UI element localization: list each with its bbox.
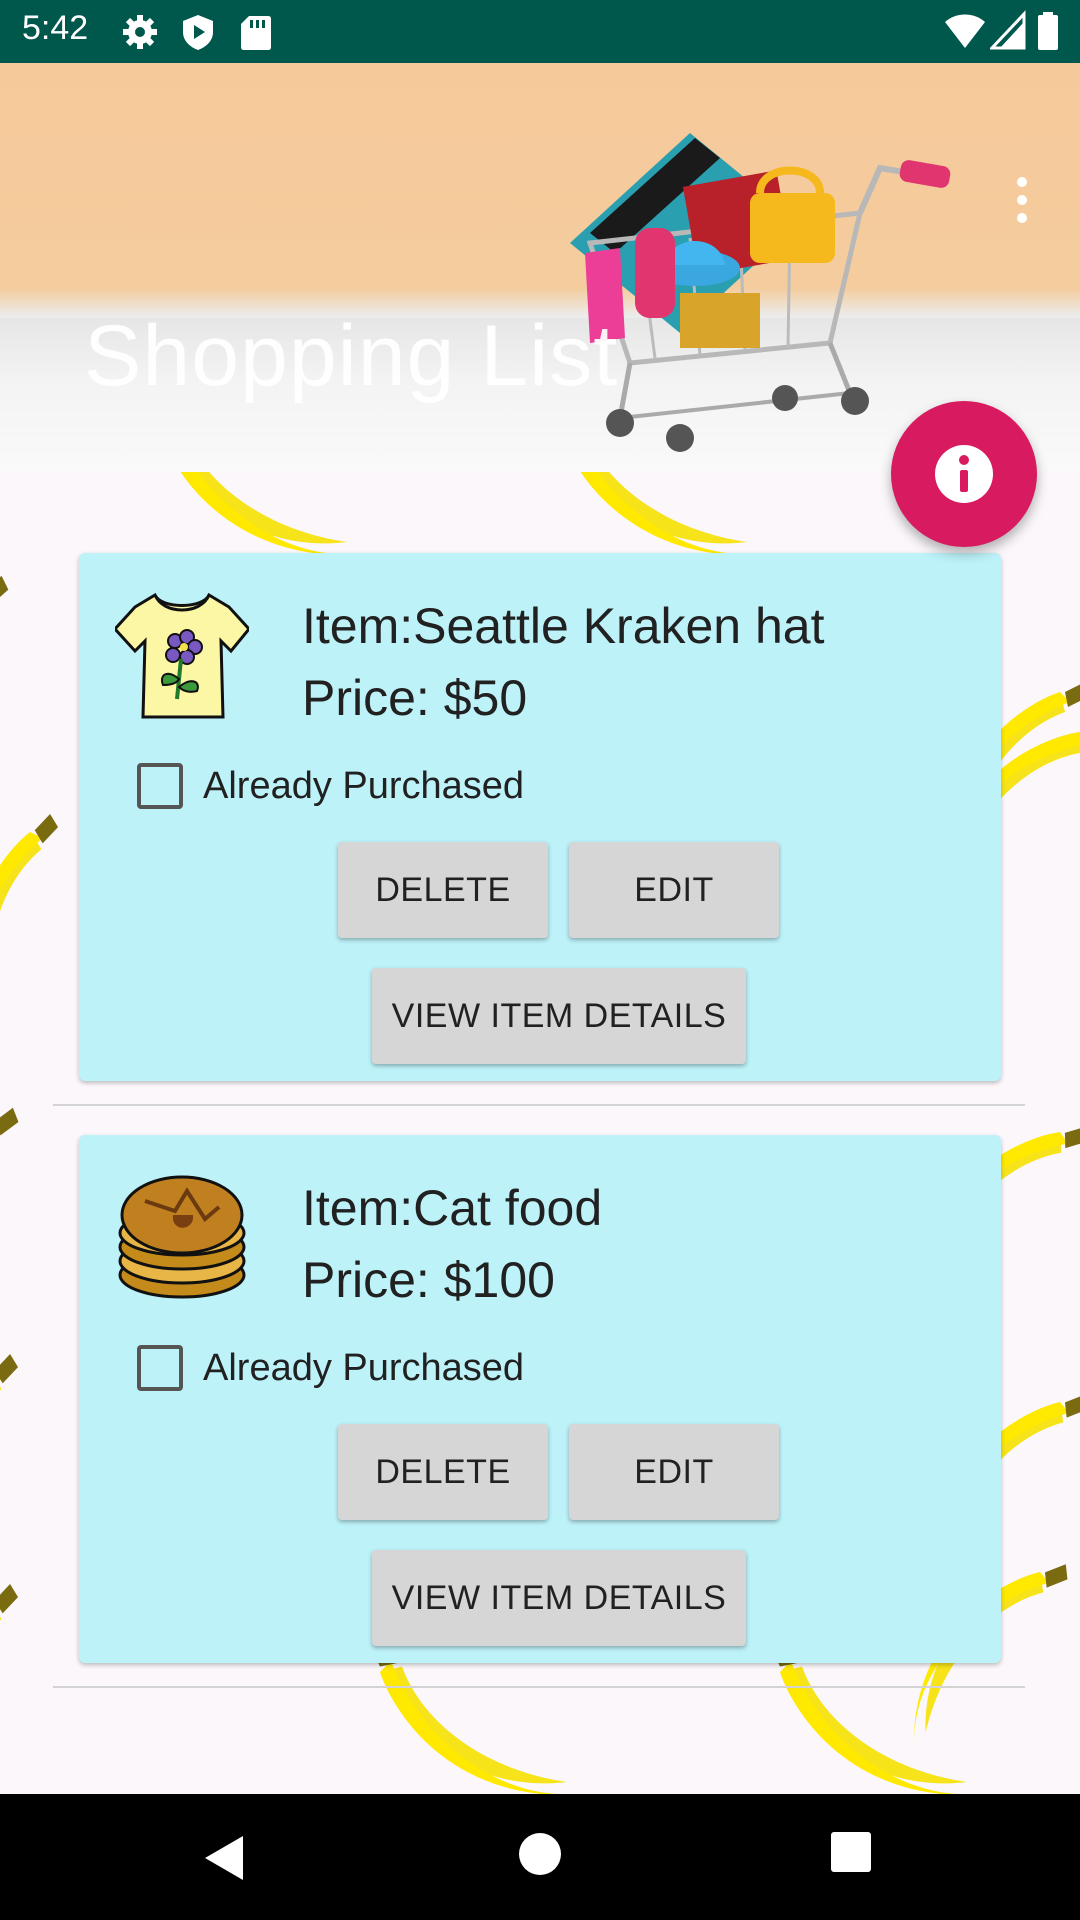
delete-button[interactable]: DELETE — [338, 1424, 548, 1520]
already-purchased-checkbox[interactable] — [137, 1345, 183, 1391]
cell-signal-icon — [990, 10, 1026, 50]
view-item-details-button[interactable]: VIEW ITEM DETAILS — [372, 1550, 746, 1646]
divider — [53, 1686, 1025, 1688]
back-icon[interactable] — [203, 1834, 247, 1882]
view-item-details-button[interactable]: VIEW ITEM DETAILS — [372, 968, 746, 1064]
edit-button[interactable]: EDIT — [569, 1424, 779, 1520]
delete-button[interactable]: DELETE — [338, 842, 548, 938]
navigation-bar — [0, 1794, 1080, 1920]
edit-button[interactable]: EDIT — [569, 842, 779, 938]
list-item: Item:Seattle Kraken hat Price: $50 Alrea… — [79, 553, 1001, 1081]
sd-card-icon — [241, 16, 271, 50]
list-item: Item:Cat food Price: $100 Already Purcha… — [79, 1135, 1001, 1663]
shopping-cart-illustration — [570, 133, 951, 452]
info-fab-button[interactable] — [891, 401, 1037, 547]
status-time: 5:42 — [22, 9, 89, 47]
divider — [53, 1104, 1025, 1106]
info-icon — [935, 445, 993, 503]
already-purchased-checkbox[interactable] — [137, 763, 183, 809]
pancakes-icon — [118, 1175, 246, 1299]
already-purchased-label[interactable]: Already Purchased — [203, 1347, 524, 1390]
page-title: Shopping List — [84, 308, 619, 404]
status-bar: 5:42 — [0, 0, 1080, 63]
app-header: Shopping List — [0, 63, 1080, 472]
recents-icon[interactable] — [831, 1832, 871, 1872]
item-price: Price: $100 — [302, 1252, 555, 1308]
already-purchased-label[interactable]: Already Purchased — [203, 765, 524, 808]
battery-icon — [1038, 12, 1058, 50]
item-price: Price: $50 — [302, 670, 528, 726]
settings-icon — [123, 15, 157, 49]
wifi-icon — [945, 14, 985, 48]
more-vert-icon[interactable] — [1000, 173, 1044, 229]
item-name: Item:Seattle Kraken hat — [302, 598, 825, 654]
home-icon[interactable] — [519, 1833, 561, 1875]
shopping-list[interactable]: Item:Seattle Kraken hat Price: $50 Alrea… — [0, 472, 1080, 1794]
t-shirt-icon — [115, 592, 249, 719]
play-protect-icon — [183, 15, 213, 50]
item-name: Item:Cat food — [302, 1180, 603, 1236]
